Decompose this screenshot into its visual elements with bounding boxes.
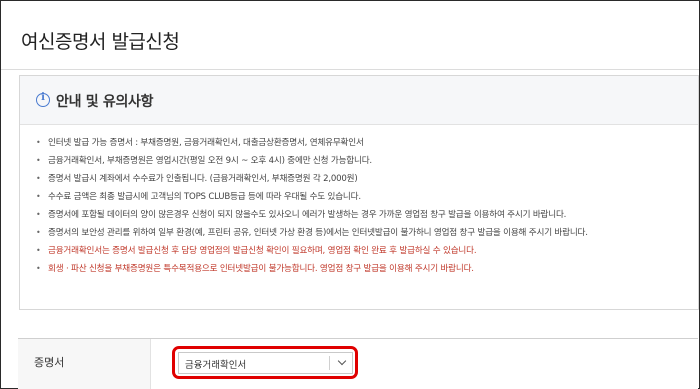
notice-item: 증명서의 보안성 관리를 위하여 일부 환경(예, 프린터 공유, 인터넷 가상… <box>34 224 588 242</box>
chevron-down-icon[interactable] <box>337 356 347 366</box>
certificate-label-cell: 증명서 <box>18 339 151 389</box>
info-icon <box>36 92 50 107</box>
notice-header: 안내 및 유의사항 <box>20 76 698 125</box>
certificate-select[interactable]: 금융거래확인서 <box>178 352 353 374</box>
select-divider <box>329 356 330 370</box>
certificate-form-row: 증명서 <box>18 338 698 389</box>
notice-list: 인터넷 발급 가능 증명서 : 부채증명원, 금융거래확인서, 대출금상환증명서… <box>34 134 588 278</box>
notice-title: 안내 및 유의사항 <box>56 94 154 110</box>
notice-item: 인터넷 발급 가능 증명서 : 부채증명원, 금융거래확인서, 대출금상환증명서… <box>34 134 588 152</box>
notice-item-warning: 금융거래확인서는 증명서 발급신청 후 담당 영업점의 발급신청 확인이 필요하… <box>34 242 588 260</box>
notice-panel: 안내 및 유의사항 인터넷 발급 가능 증명서 : 부채증명원, 금융거래확인서… <box>19 75 699 310</box>
page-frame: 여신증명서 발급신청 안내 및 유의사항 인터넷 발급 가능 증명서 : 부채증… <box>0 0 700 389</box>
certificate-select-value: 금융거래확인서 <box>185 360 247 371</box>
notice-item: 증명서에 포함될 데이터의 양이 많은경우 신청이 되지 않을수도 있사오니 에… <box>34 206 588 224</box>
certificate-label: 증명서 <box>34 356 65 369</box>
notice-item-warning: 회생 · 파산 신청을 부채증명원은 특수목적용으로 인터넷발급이 불가능합니다… <box>34 260 588 278</box>
notice-item: 증명서 발급시 계좌에서 수수료가 인출됩니다. (금융거래확인서, 부채증명원… <box>34 170 588 188</box>
page-title: 여신증명서 발급신청 <box>21 31 180 53</box>
notice-item: 수수료 금액은 최종 발급시에 고객님의 TOPS CLUB등급 등에 따라 우… <box>34 188 588 206</box>
notice-item: 금융거래확인서, 부채증명원은 영업시간(평일 오전 9시 ~ 오후 4시) 중… <box>34 152 588 170</box>
title-divider <box>1 69 699 70</box>
